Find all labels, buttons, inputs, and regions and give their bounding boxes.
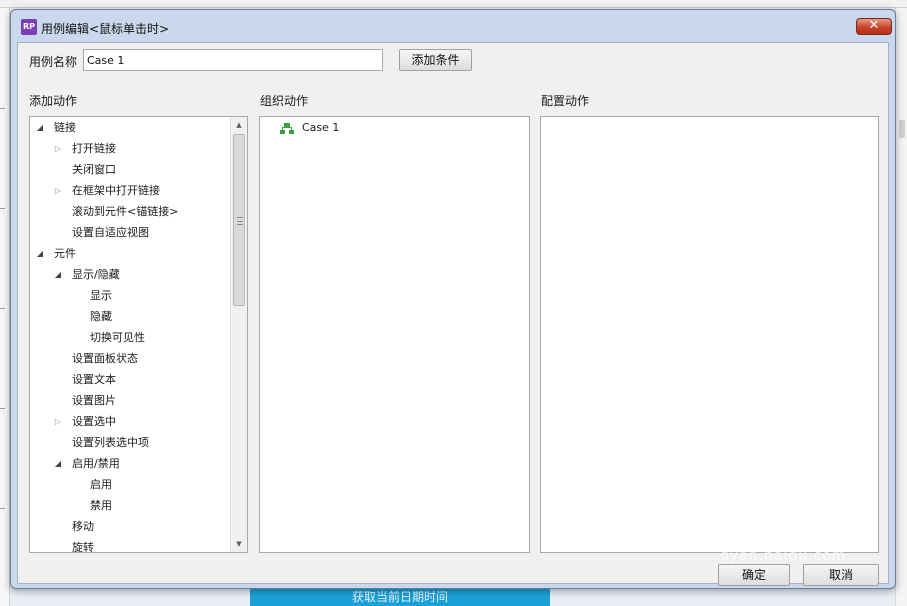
tree-item-label: 设置面板状态 (72, 352, 138, 365)
ok-button[interactable]: 确定 (718, 564, 790, 586)
tree-item[interactable]: ▷ 在框架中打开链接 (30, 180, 230, 201)
add-action-heading: 添加动作 (29, 94, 78, 108)
tree-item[interactable]: ▷ 设置选中 (30, 411, 230, 432)
tree-item-label: 设置文本 (72, 373, 116, 386)
case-tree-icon (280, 123, 294, 135)
tree-item-label: 旋转 (72, 541, 94, 553)
tree-item-label: 显示/隐藏 (72, 268, 120, 281)
expanded-triangle-icon[interactable]: ◢ (53, 264, 63, 285)
tree-item-label: 元件 (54, 247, 76, 260)
tree-item-label: 禁用 (90, 499, 112, 512)
tree-item-label: 设置图片 (72, 394, 116, 407)
tree-item-label: 设置列表选中项 (72, 436, 149, 449)
tree-item-label: 在框架中打开链接 (72, 184, 160, 197)
collapsed-triangle-icon[interactable]: ▷ (53, 138, 63, 159)
scroll-down-icon[interactable]: ▼ (231, 536, 247, 552)
tree-item-label: 显示 (90, 289, 112, 302)
tree-item[interactable]: 设置面板状态 (30, 348, 230, 369)
scroll-thumb[interactable] (233, 134, 245, 306)
dialog-title: 用例编辑<鼠标单击时> (41, 22, 170, 36)
tree-item[interactable]: 设置文本 (30, 369, 230, 390)
tree-item[interactable]: 启用 (30, 474, 230, 495)
axure-rp-icon: RP (21, 19, 37, 35)
tree-item[interactable]: ◢ 元件 (30, 243, 230, 264)
tree-item[interactable]: 滚动到元件<锚链接> (30, 201, 230, 222)
collapsed-triangle-icon[interactable]: ▷ (53, 411, 63, 432)
case-name-label: 用例名称 (29, 55, 78, 69)
tree-item-label: 切换可见性 (90, 331, 145, 344)
background-toolbar (0, 0, 907, 8)
tree-item[interactable]: 设置列表选中项 (30, 432, 230, 453)
cancel-button[interactable]: 取消 (803, 564, 879, 586)
configure-action-panel (540, 116, 879, 553)
action-tree-scrollbar[interactable]: ▲ ▼ (230, 117, 247, 552)
dialog-titlebar[interactable]: RP 用例编辑<鼠标单击时> ✕ (11, 10, 895, 38)
add-condition-button[interactable]: 添加条件 (399, 49, 472, 71)
collapsed-triangle-icon[interactable]: ▷ (53, 180, 63, 201)
background-scrollbar[interactable] (895, 8, 907, 606)
background-get-datetime-button[interactable]: 获取当前日期时间 (250, 589, 550, 606)
add-action-tree: ◢ 链接 ▷ 打开链接关闭窗口 ▷ 在框架中打开链接滚动到元件<锚链接> 设置自适应视图 ◢ 元… (29, 116, 248, 553)
case-tree-item[interactable]: Case 1 (260, 117, 529, 138)
tree-item[interactable]: 禁用 (30, 495, 230, 516)
close-button[interactable]: ✕ (856, 18, 892, 35)
case-tree-label: Case 1 (302, 121, 340, 134)
tree-item-label: 启用 (90, 478, 112, 491)
tree-item[interactable]: 设置自适应视图 (30, 222, 230, 243)
tree-item[interactable]: 旋转 (30, 537, 230, 553)
organize-action-heading: 组织动作 (260, 94, 309, 108)
tree-item-label: 打开链接 (72, 142, 116, 155)
tree-item-label: 链接 (54, 121, 76, 134)
tree-item-label: 隐藏 (90, 310, 112, 323)
tree-item[interactable]: ◢ 链接 (30, 117, 230, 138)
configure-action-heading: 配置动作 (541, 94, 590, 108)
tree-item[interactable]: 切换可见性 (30, 327, 230, 348)
watermark-text: gyan.baidu.com (720, 548, 847, 564)
tree-item-label: 移动 (72, 520, 94, 533)
case-name-input[interactable] (83, 49, 383, 71)
tree-item[interactable]: 显示 (30, 285, 230, 306)
tree-item-label: 设置自适应视图 (72, 226, 149, 239)
tree-item-label: 滚动到元件<锚链接> (72, 205, 179, 218)
tree-item[interactable]: 隐藏 (30, 306, 230, 327)
background-ruler (0, 8, 10, 606)
case-editor-dialog: RP 用例编辑<鼠标单击时> ✕ 用例名称 添加条件 添加动作 组织动作 配置动… (10, 9, 896, 589)
expanded-triangle-icon[interactable]: ◢ (53, 453, 63, 474)
tree-item[interactable]: 关闭窗口 (30, 159, 230, 180)
tree-item[interactable]: 移动 (30, 516, 230, 537)
expanded-triangle-icon[interactable]: ◢ (35, 243, 45, 264)
tree-item[interactable]: 设置图片 (30, 390, 230, 411)
tree-item-label: 启用/禁用 (72, 457, 120, 470)
tree-item-label: 关闭窗口 (72, 163, 116, 176)
dialog-content: 用例名称 添加条件 添加动作 组织动作 配置动作 ◢ 链接 ▷ 打开链接关闭窗口 ▷ 在框… (17, 42, 889, 586)
tree-item[interactable]: ◢ 启用/禁用 (30, 453, 230, 474)
expanded-triangle-icon[interactable]: ◢ (35, 117, 45, 138)
tree-item[interactable]: ▷ 打开链接 (30, 138, 230, 159)
scroll-up-icon[interactable]: ▲ (231, 117, 247, 133)
tree-item[interactable]: ◢ 显示/隐藏 (30, 264, 230, 285)
tree-item-label: 设置选中 (72, 415, 116, 428)
organize-action-panel: Case 1 (259, 116, 530, 553)
